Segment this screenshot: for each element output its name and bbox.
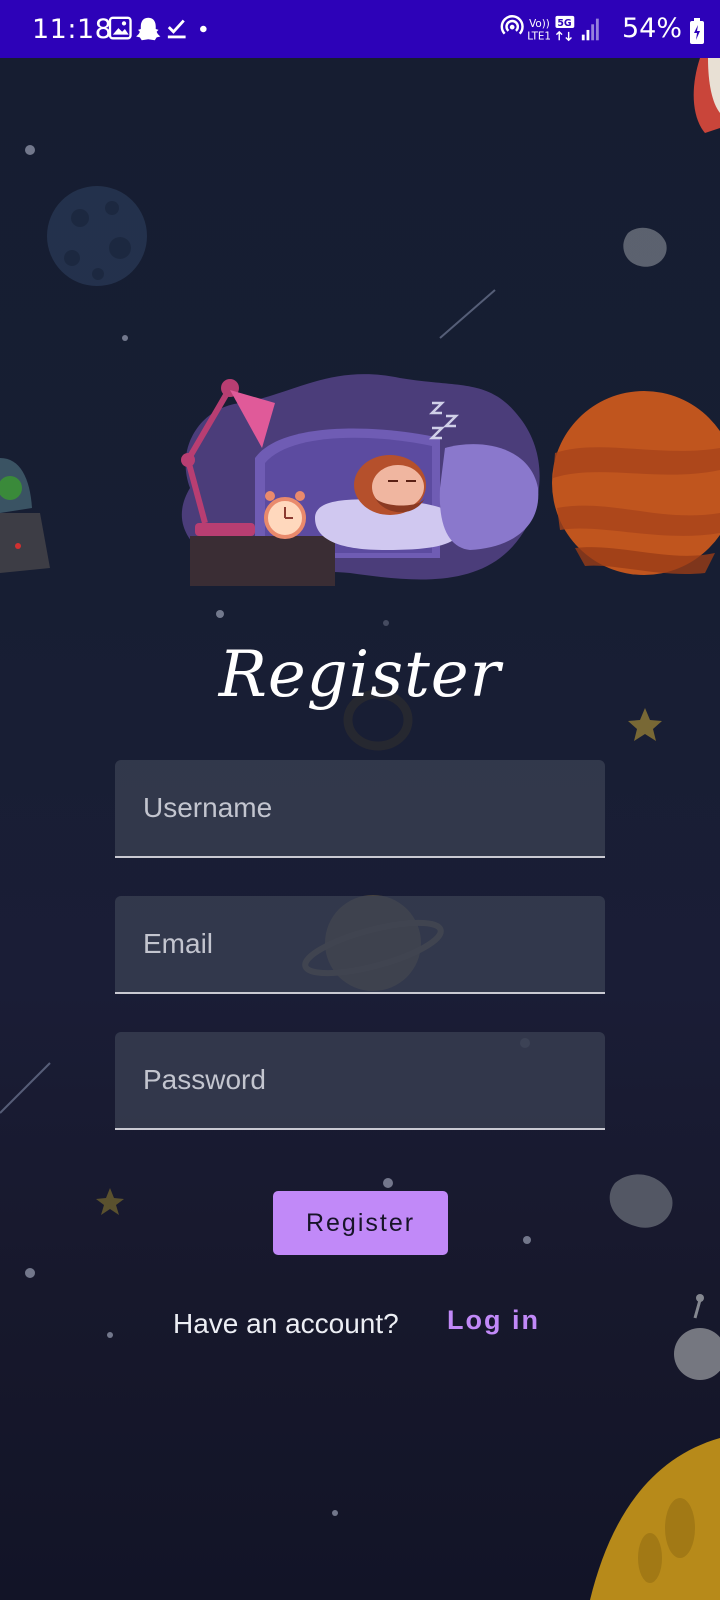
register-button[interactable]: Register [273,1191,448,1255]
status-time: 11:18 [32,14,113,45]
password-input[interactable] [115,1032,605,1128]
star-icon [628,708,662,741]
signal-icon [581,18,599,41]
lte-label: LTE1 [527,30,551,42]
moon-icon [47,186,147,286]
battery-percent: 54% [622,13,683,44]
sleeping-person [354,455,426,515]
alien-ufo-icon [0,458,50,573]
page-title: Register [218,638,502,712]
login-link[interactable]: Log in [447,1305,540,1336]
planet-icon [552,391,720,575]
username-input[interactable] [115,760,605,856]
status-bar: 11:18 Vo)) LTE1 5G 54% [0,0,720,58]
shooting-star [0,1062,51,1114]
shooting-star [439,289,496,339]
asteroid-icon [609,1174,673,1228]
asteroid-icon [623,227,667,267]
star-icon [96,1188,124,1215]
email-input[interactable] [115,896,605,992]
5g-label: 5G [557,18,572,29]
rocket-icon [693,58,720,133]
sleeping-person-illustration [181,374,540,586]
username-field[interactable] [115,760,605,858]
volte-label: Vo)) [529,18,550,30]
gallery-icon [108,16,132,40]
account-prompt: Have an account? [173,1308,399,1339]
download-done-icon [167,19,186,39]
password-field[interactable] [115,1032,605,1130]
yellow-planet-icon [590,1438,720,1600]
notification-icons [108,16,207,41]
satellite-icon [674,1294,720,1380]
dot-icon [200,25,207,33]
snapchat-icon [136,17,161,41]
battery-icon [690,18,704,44]
alarm-clock-icon [264,491,306,539]
email-field[interactable] [115,896,605,994]
